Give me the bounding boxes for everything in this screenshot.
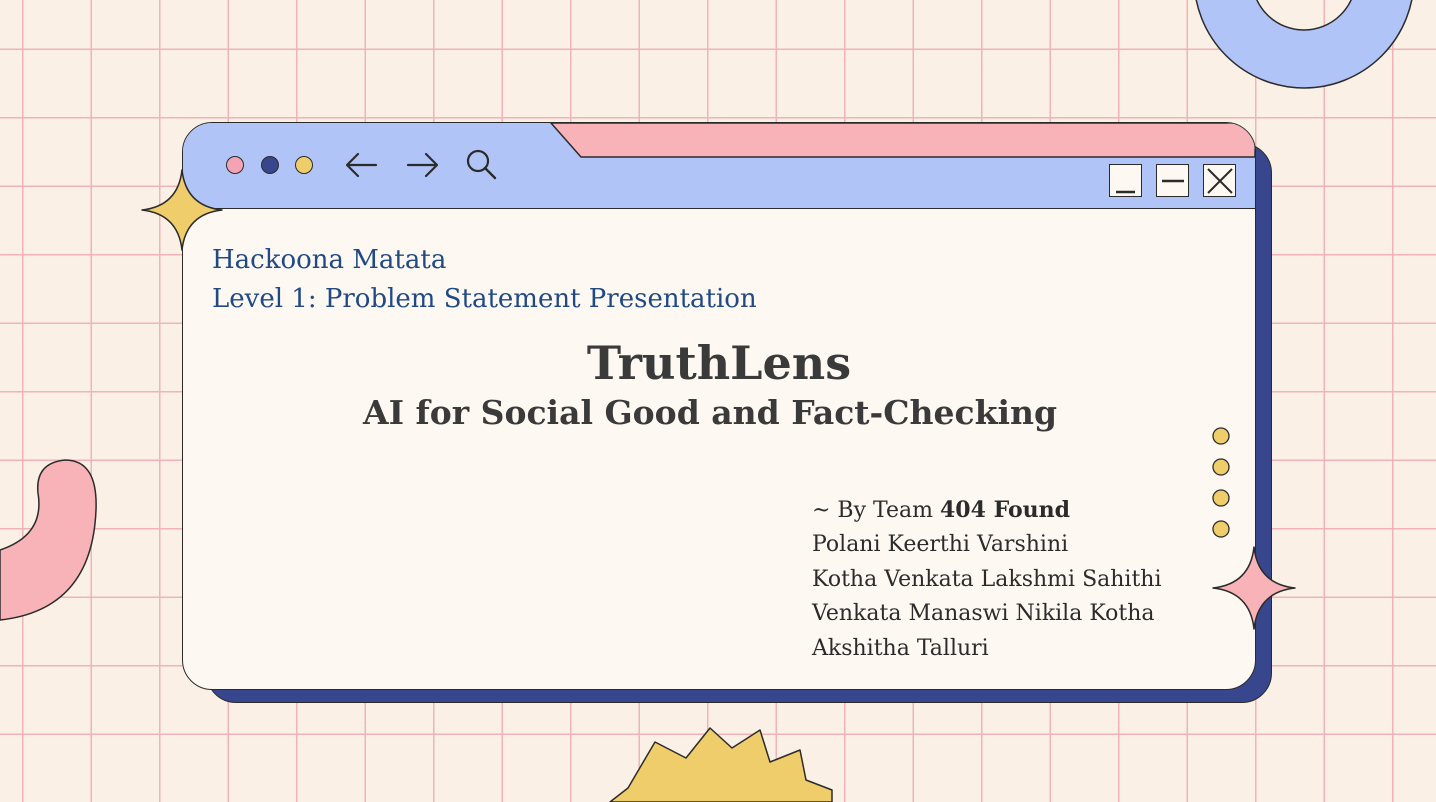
minimize-button[interactable] — [1109, 164, 1142, 197]
team-block: ~ By Team 404 Found Polani Keerthi Varsh… — [812, 493, 1162, 666]
team-member: Venkata Manaswi Nikila Kotha — [812, 601, 1155, 627]
yellow-sunburst-decoration — [609, 727, 833, 802]
event-level: Level 1: Problem Statement Presentation — [212, 284, 757, 314]
team-heading: ~ By Team 404 Found — [812, 493, 1162, 528]
search-icon[interactable] — [463, 146, 499, 182]
arrow-left-icon[interactable] — [343, 147, 379, 183]
close-button[interactable] — [1203, 164, 1236, 197]
restore-icon — [1162, 179, 1184, 183]
project-subtitle: AI for Social Good and Fact-Checking — [363, 393, 1058, 432]
window-dot-navy[interactable] — [261, 156, 279, 174]
team-name: 404 Found — [939, 497, 1071, 523]
yellow-dots-decoration — [1212, 427, 1230, 538]
blue-ring-decoration — [1195, 0, 1413, 89]
event-heading: Hackoona Matata Level 1: Problem Stateme… — [212, 241, 757, 319]
pink-arc-decoration — [0, 459, 97, 621]
team-member: Kotha Venkata Lakshmi Sahithi — [812, 566, 1162, 592]
close-icon — [1207, 168, 1233, 194]
browser-window: Hackoona Matata Level 1: Problem Stateme… — [182, 122, 1256, 690]
team-prefix: ~ By Team — [812, 498, 940, 523]
yellow-sparkle-decoration — [141, 169, 223, 251]
team-member: Polani Keerthi Varshini — [812, 532, 1069, 558]
minimize-icon — [1116, 190, 1135, 194]
team-member: Akshitha Talluri — [812, 635, 989, 661]
project-title: TruthLens — [586, 336, 852, 390]
window-dot-pink[interactable] — [226, 156, 244, 174]
event-name: Hackoona Matata — [212, 245, 447, 275]
window-titlebar — [183, 123, 1255, 209]
arrow-right-icon[interactable] — [405, 147, 441, 183]
window-dot-yellow[interactable] — [295, 156, 313, 174]
restore-button[interactable] — [1156, 164, 1189, 197]
pink-sparkle-decoration — [1212, 546, 1296, 630]
